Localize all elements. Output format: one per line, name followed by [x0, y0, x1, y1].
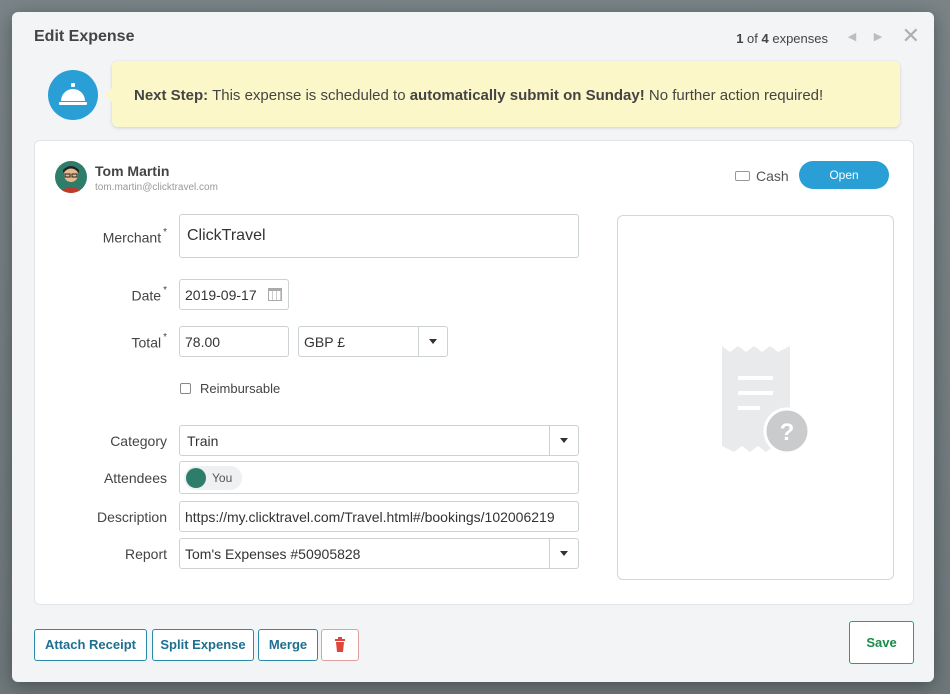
receipt-dropzone[interactable]: ? — [617, 215, 894, 580]
total-amount-input[interactable]: 78.00 — [179, 326, 289, 357]
currency-value: GBP £ — [304, 333, 345, 350]
category-select[interactable]: Train — [179, 425, 579, 456]
total-label-text: Total — [131, 334, 162, 351]
edit-expense-modal: Edit Expense 1 of 4 expenses ◀ ▶ ✕ Next … — [12, 12, 934, 682]
cash-icon — [735, 171, 750, 182]
banner-text-after: No further action required! — [644, 87, 824, 104]
description-input[interactable]: https://my.clicktravel.com/Travel.html#/… — [179, 501, 579, 532]
attendees-input[interactable]: You — [179, 461, 579, 494]
category-value: Train — [187, 432, 219, 449]
currency-select[interactable]: GBP £ — [298, 326, 448, 357]
avatar — [55, 161, 87, 193]
calendar-icon[interactable] — [268, 288, 282, 301]
expense-card: Tom Martin tom.martin@clicktravel.com Ca… — [34, 140, 914, 605]
merchant-required-mark: * — [163, 227, 167, 238]
merchant-value: ClickTravel — [187, 227, 266, 244]
delete-button[interactable] — [321, 629, 359, 661]
description-value: https://my.clicktravel.com/Travel.html#/… — [185, 508, 555, 525]
reimbursable-label: Reimbursable — [200, 381, 281, 396]
payment-method: Cash — [735, 168, 789, 184]
next-expense-icon[interactable]: ▶ — [870, 30, 886, 46]
expense-pager: 1 of 4 expenses — [736, 31, 828, 46]
merchant-label-text: Merchant — [102, 229, 162, 246]
banner-text-before: This expense is scheduled to — [208, 87, 410, 104]
banner-emphasis: automatically submit on Sunday! — [409, 87, 645, 104]
attach-receipt-button[interactable]: Attach Receipt — [34, 629, 147, 661]
service-bell-icon — [48, 70, 98, 120]
total-label: Total * — [47, 332, 167, 351]
payment-method-label: Cash — [756, 168, 789, 184]
banner-lead: Next Step: — [134, 87, 209, 104]
split-expense-button[interactable]: Split Expense — [152, 629, 254, 661]
date-label-text: Date — [131, 287, 162, 304]
chevron-down-icon[interactable] — [418, 327, 447, 356]
reimbursable-checkbox[interactable] — [180, 383, 191, 394]
total-amount-value: 78.00 — [185, 333, 221, 350]
pager-suffix: expenses — [768, 31, 828, 46]
user-name: Tom Martin — [95, 163, 170, 179]
open-status-button[interactable]: Open — [799, 161, 889, 189]
merge-button[interactable]: Merge — [258, 629, 318, 661]
date-required-mark: * — [163, 285, 167, 296]
date-input[interactable]: 2019-09-17 — [179, 279, 289, 310]
merchant-input[interactable]: ClickTravel — [179, 214, 579, 258]
next-step-banner: Next Step: This expense is scheduled to … — [105, 61, 900, 127]
user-email: tom.martin@clicktravel.com — [95, 182, 218, 193]
chevron-down-icon[interactable] — [549, 539, 578, 568]
date-label: Date * — [47, 285, 167, 304]
receipt-question-icon: ? — [722, 346, 811, 455]
pager-total: 4 — [761, 31, 769, 46]
trash-icon — [335, 637, 345, 652]
close-icon[interactable]: ✕ — [902, 25, 920, 47]
report-value: Tom's Expenses #50905828 — [185, 545, 361, 562]
total-required-mark: * — [163, 332, 167, 343]
chevron-down-icon[interactable] — [549, 426, 578, 455]
avatar — [186, 467, 206, 488]
attendees-label: Attendees — [103, 470, 167, 486]
attendee-chip-label: You — [212, 470, 233, 485]
report-select[interactable]: Tom's Expenses #50905828 — [179, 538, 579, 569]
modal-title: Edit Expense — [34, 28, 135, 45]
category-label: Category — [110, 433, 167, 449]
attendee-chip[interactable]: You — [184, 465, 243, 490]
merchant-label: Merchant * — [47, 227, 167, 246]
save-button[interactable]: Save — [849, 621, 914, 664]
report-label: Report — [124, 546, 167, 562]
description-label: Description — [96, 509, 167, 525]
previous-expense-icon[interactable]: ◀ — [844, 30, 860, 46]
pager-of: of — [743, 31, 762, 46]
date-value: 2019-09-17 — [185, 286, 257, 303]
svg-text:?: ? — [780, 419, 795, 446]
